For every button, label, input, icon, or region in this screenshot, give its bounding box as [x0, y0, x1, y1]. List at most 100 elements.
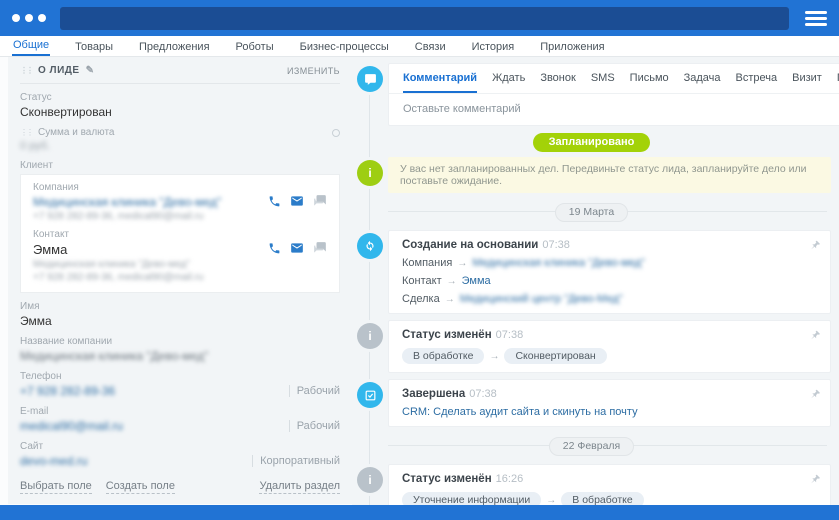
drag-handle-icon[interactable]: ⋮⋮ — [20, 129, 32, 137]
email-type: Рабочий — [289, 420, 340, 432]
comment-composer: Комментарий Ждать Звонок SMS Письмо Зада… — [352, 63, 831, 126]
date-pill: 22 Февраля — [549, 437, 635, 456]
company-name-link[interactable]: Медицинская клиника "Дево-мед" — [33, 195, 249, 209]
chat-icon[interactable] — [313, 194, 327, 208]
pin-icon[interactable] — [808, 239, 821, 255]
edit-section-link[interactable]: изменить — [287, 66, 340, 76]
company-contacts: +7 928 282-89-36, medical90@mail.ru — [33, 211, 249, 222]
task-check-icon — [357, 382, 383, 408]
company-row: Компания Медицинская клиника "Дево-мед" … — [33, 182, 327, 222]
timeline-entry-status: i Статус изменён16:26 Уточнение информац… — [352, 464, 831, 505]
site-type: Корпоративный — [252, 455, 340, 467]
tab-kommentariy[interactable]: Комментарий — [403, 72, 477, 93]
site-label: Сайт — [20, 441, 340, 452]
contact-name[interactable]: Эмма — [33, 242, 249, 257]
amount-value[interactable]: 0 руб. — [20, 140, 340, 152]
phone-icon[interactable] — [268, 242, 281, 255]
status-badge: Уточнение информации — [402, 492, 541, 505]
edit-pencil-icon[interactable]: ✎ — [86, 65, 95, 76]
footer-bar — [0, 505, 839, 520]
company-label: Компания — [33, 182, 249, 193]
activity-tabbar: Комментарий Ждать Звонок SMS Письмо Зада… — [389, 64, 839, 94]
client-card: Компания Медицинская клиника "Дево-мед" … — [20, 174, 340, 293]
arrow-icon: → — [445, 294, 455, 305]
tab-vizit[interactable]: Визит — [792, 72, 822, 93]
tab-sms[interactable]: SMS — [591, 72, 615, 93]
status-value[interactable]: Сконвертирован — [20, 105, 340, 119]
field-settings-icon[interactable] — [332, 129, 340, 137]
amount-label: Сумма и валюта — [38, 127, 114, 138]
timeline-entry-status: i Статус изменён07:38 В обработке→Сконве… — [352, 320, 831, 373]
name-value[interactable]: Эмма — [20, 314, 340, 328]
phone-type: Рабочий — [289, 385, 340, 397]
arrow-icon: → — [457, 258, 467, 269]
window-dot[interactable] — [12, 14, 20, 22]
planned-button[interactable]: Запланировано — [533, 133, 651, 152]
entry-row-label: Сделка — [402, 293, 440, 305]
entry-company-link[interactable]: Медицинская клиника "Дево-мед" — [472, 257, 645, 269]
date-pill: 19 Марта — [555, 203, 628, 222]
tab-tovary[interactable]: Товары — [74, 39, 114, 56]
select-field-link[interactable]: Выбрать поле — [20, 480, 92, 494]
tab-obshchie[interactable]: Общие — [12, 37, 50, 56]
tab-biznes-processy[interactable]: Бизнес-процессы — [299, 39, 390, 56]
tab-zvonok[interactable]: Звонок — [540, 72, 576, 93]
tab-roboty[interactable]: Роботы — [235, 39, 275, 56]
pin-icon[interactable] — [808, 388, 821, 404]
arrow-icon: → — [447, 276, 457, 287]
window-dot[interactable] — [38, 14, 46, 22]
arrow-icon: → — [489, 351, 499, 362]
company-field-value[interactable]: Медицинская клиника "Дево-мед" — [20, 349, 340, 363]
name-label: Имя — [20, 301, 340, 312]
tab-prilozheniya[interactable]: Приложения — [539, 39, 605, 56]
status-badge: В обработке — [561, 492, 643, 505]
tab-vstrecha[interactable]: Встреча — [736, 72, 778, 93]
window-controls — [12, 14, 46, 22]
create-field-link[interactable]: Создать поле — [106, 480, 175, 494]
site-value[interactable]: devo-med.ru — [20, 454, 87, 468]
email-value[interactable]: medical90@mail.ru — [20, 419, 123, 433]
contact-contacts: +7 928 282-89-36, medical90@mail.ru — [33, 272, 249, 283]
tab-zadacha[interactable]: Задача — [684, 72, 721, 93]
notice-banner: i У вас нет запланированных дел. Передви… — [352, 157, 831, 193]
status-badge: В обработке — [402, 348, 484, 364]
contact-label: Контакт — [33, 229, 249, 240]
date-divider: 19 Марта — [352, 202, 831, 220]
company-field-label: Название компании — [20, 336, 340, 347]
entry-deal-link[interactable]: Медицинский центр "Дево-Мед" — [460, 293, 623, 305]
email-icon[interactable] — [290, 194, 304, 208]
pin-icon[interactable] — [808, 473, 821, 489]
phone-icon[interactable] — [268, 195, 281, 208]
hamburger-menu-icon[interactable] — [805, 11, 827, 26]
delete-section-link[interactable]: Удалить раздел — [259, 480, 340, 494]
lead-details-column: ⋮⋮ О лиде ✎ изменить Статус Сконвертиров… — [8, 57, 352, 505]
section-tabbar: Общие Товары Предложения Роботы Бизнес-п… — [0, 36, 839, 57]
tab-pismo[interactable]: Письмо — [630, 72, 669, 93]
comment-input[interactable] — [389, 94, 839, 125]
tab-istoriya[interactable]: История — [471, 39, 516, 56]
sync-icon — [357, 233, 383, 259]
timeline-column: Комментарий Ждать Звонок SMS Письмо Зада… — [352, 57, 839, 505]
drag-handle-icon[interactable]: ⋮⋮ — [20, 67, 32, 75]
status-badge: Сконвертирован — [504, 348, 606, 364]
entry-title: Создание на основании — [402, 239, 538, 251]
address-bar[interactable] — [60, 7, 789, 30]
chat-icon[interactable] — [313, 241, 327, 255]
tab-zhdat[interactable]: Ждать — [492, 72, 525, 93]
window-dot[interactable] — [25, 14, 33, 22]
email-icon[interactable] — [290, 241, 304, 255]
pin-icon[interactable] — [808, 329, 821, 345]
tab-svyazi[interactable]: Связи — [414, 39, 447, 56]
entry-time: 16:26 — [496, 473, 524, 485]
timeline-entry-completed: Завершена07:38 CRM: Сделать аудит сайта … — [352, 379, 831, 427]
entry-contact-link[interactable]: Эмма — [462, 275, 491, 287]
phone-value[interactable]: +7 928 282-89-36 — [20, 384, 115, 398]
client-label: Клиент — [20, 160, 340, 171]
tab-predlozheniya[interactable]: Предложения — [138, 39, 211, 56]
status-label: Статус — [20, 92, 340, 103]
entry-time: 07:38 — [542, 239, 570, 251]
entry-time: 07:38 — [496, 329, 524, 341]
task-link[interactable]: CRM: Сделать аудит сайта и скинуть на по… — [402, 406, 638, 418]
info-icon: i — [357, 467, 383, 493]
email-label: E-mail — [20, 406, 340, 417]
